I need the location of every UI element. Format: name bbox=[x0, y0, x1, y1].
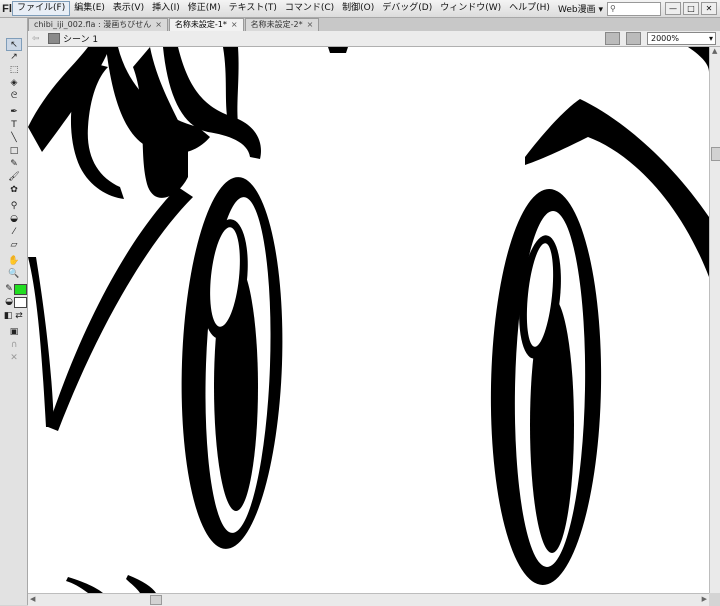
default-colors-icon[interactable]: ◧ bbox=[3, 310, 13, 321]
pencil-tool-icon[interactable]: ✎ bbox=[7, 158, 21, 169]
scene-icon bbox=[48, 33, 60, 44]
edit-bar: ⇦ シーン 1 2000% bbox=[28, 31, 720, 47]
minimize-button[interactable]: — bbox=[665, 2, 681, 15]
stroke-color-swatch[interactable] bbox=[14, 284, 27, 295]
close-icon[interactable]: × bbox=[307, 19, 314, 31]
menu-text[interactable]: テキスト(T) bbox=[225, 1, 281, 16]
menu-window[interactable]: ウィンドウ(W) bbox=[436, 1, 505, 16]
menu-edit[interactable]: 編集(E) bbox=[70, 1, 109, 16]
snap-to-objects-icon[interactable]: ∩ bbox=[7, 339, 21, 350]
text-tool-icon[interactable]: T bbox=[7, 119, 21, 130]
right-face-outline bbox=[688, 47, 709, 72]
app-logo: Fl bbox=[2, 2, 12, 15]
menu-commands[interactable]: コマンド(C) bbox=[281, 1, 338, 16]
scroll-right-icon[interactable]: ▶ bbox=[702, 595, 707, 603]
document-tabs: chibi_iji_002.fla : 漫画ちびせん × 名称未設定-1* × … bbox=[28, 18, 720, 31]
subselection-tool-icon[interactable]: ↗ bbox=[7, 51, 21, 62]
fill-color-swatch[interactable] bbox=[14, 297, 27, 308]
edit-symbols-icon[interactable] bbox=[626, 32, 641, 45]
deco-tool-icon[interactable]: ✿ bbox=[7, 184, 21, 195]
tab-label: chibi_iji_002.fla : 漫画ちびせん bbox=[34, 20, 152, 29]
help-search-input[interactable]: ⚲ bbox=[606, 1, 661, 16]
close-icon[interactable]: × bbox=[155, 19, 162, 31]
object-drawing-icon[interactable]: ▣ bbox=[7, 326, 21, 337]
tools-panel: ↖ ↗ ⬚ ◈ ᘓ ✒ T ╲ □ ✎ 🖌 ✿ ⚲ ◒ ⁄ ▱ ✋ 🔍 ✎ ◒ … bbox=[0, 18, 28, 605]
lasso-tool-icon[interactable]: ᘓ bbox=[7, 90, 21, 101]
zoom-tool-icon[interactable]: 🔍 bbox=[7, 268, 21, 279]
tab-label: 名称未設定-1* bbox=[174, 20, 227, 29]
vertical-scrollbar[interactable]: ▲ bbox=[709, 47, 720, 593]
menu-debug[interactable]: デバッグ(D) bbox=[378, 1, 436, 16]
pen-tool-icon[interactable]: ✒ bbox=[7, 106, 21, 117]
straighten-icon[interactable]: ✕ bbox=[7, 352, 21, 363]
artwork-svg bbox=[28, 47, 709, 593]
search-icon: ⚲ bbox=[609, 4, 616, 13]
paint-bucket-tool-icon[interactable]: ◒ bbox=[7, 213, 21, 224]
menu-modify[interactable]: 修正(M) bbox=[184, 1, 225, 16]
right-eye bbox=[490, 189, 602, 585]
tab-document-2[interactable]: 名称未設定-1* × bbox=[168, 18, 244, 31]
selection-tool-icon[interactable]: ↖ bbox=[6, 38, 22, 51]
horizontal-scrollbar[interactable]: ◀ ▶ bbox=[28, 593, 709, 606]
close-button[interactable]: ✕ bbox=[701, 2, 717, 15]
line-tool-icon[interactable]: ╲ bbox=[7, 132, 21, 143]
scroll-up-icon[interactable]: ▲ bbox=[712, 47, 717, 55]
menu-control[interactable]: 制御(O) bbox=[338, 1, 378, 16]
3d-rotation-tool-icon[interactable]: ◈ bbox=[7, 77, 21, 88]
workspace-label: Web漫画 bbox=[557, 5, 596, 15]
tab-label: 名称未設定-2* bbox=[250, 20, 303, 29]
bone-tool-icon[interactable]: ⚲ bbox=[7, 200, 21, 211]
workspace-switcher[interactable]: Web漫画 ▾ bbox=[554, 2, 607, 15]
close-icon[interactable]: × bbox=[231, 19, 238, 31]
swap-colors-icon[interactable]: ⇄ bbox=[14, 310, 24, 321]
menu-insert[interactable]: 挿入(I) bbox=[148, 1, 184, 16]
menu-bar: Fl ファイル(F) 編集(E) 表示(V) 挿入(I) 修正(M) テキスト(… bbox=[0, 0, 720, 18]
tab-document-3[interactable]: 名称未設定-2* × bbox=[244, 18, 320, 31]
tab-document-1[interactable]: chibi_iji_002.fla : 漫画ちびせん × bbox=[28, 18, 168, 31]
rectangle-tool-icon[interactable]: □ bbox=[7, 145, 21, 156]
scene-label[interactable]: シーン 1 bbox=[63, 32, 98, 45]
menu-file[interactable]: ファイル(F) bbox=[12, 1, 71, 16]
menu-help[interactable]: ヘルプ(H) bbox=[505, 1, 554, 16]
back-arrow-icon[interactable]: ⇦ bbox=[32, 34, 44, 44]
horizontal-scroll-thumb[interactable] bbox=[150, 595, 162, 605]
menu-view[interactable]: 表示(V) bbox=[109, 1, 148, 16]
hand-tool-icon[interactable]: ✋ bbox=[7, 255, 21, 266]
left-eye bbox=[181, 177, 283, 549]
maximize-button[interactable]: □ bbox=[683, 2, 699, 15]
stage-canvas[interactable] bbox=[28, 47, 709, 593]
free-transform-tool-icon[interactable]: ⬚ bbox=[7, 64, 21, 75]
eraser-tool-icon[interactable]: ▱ bbox=[7, 239, 21, 250]
brush-tool-icon[interactable]: 🖌 bbox=[7, 171, 21, 182]
scroll-left-icon[interactable]: ◀ bbox=[30, 595, 35, 603]
eyedropper-tool-icon[interactable]: ⁄ bbox=[7, 226, 21, 237]
edit-scene-icon[interactable] bbox=[605, 32, 620, 45]
vertical-scroll-thumb[interactable] bbox=[711, 147, 720, 161]
zoom-select[interactable]: 2000% bbox=[647, 32, 716, 45]
